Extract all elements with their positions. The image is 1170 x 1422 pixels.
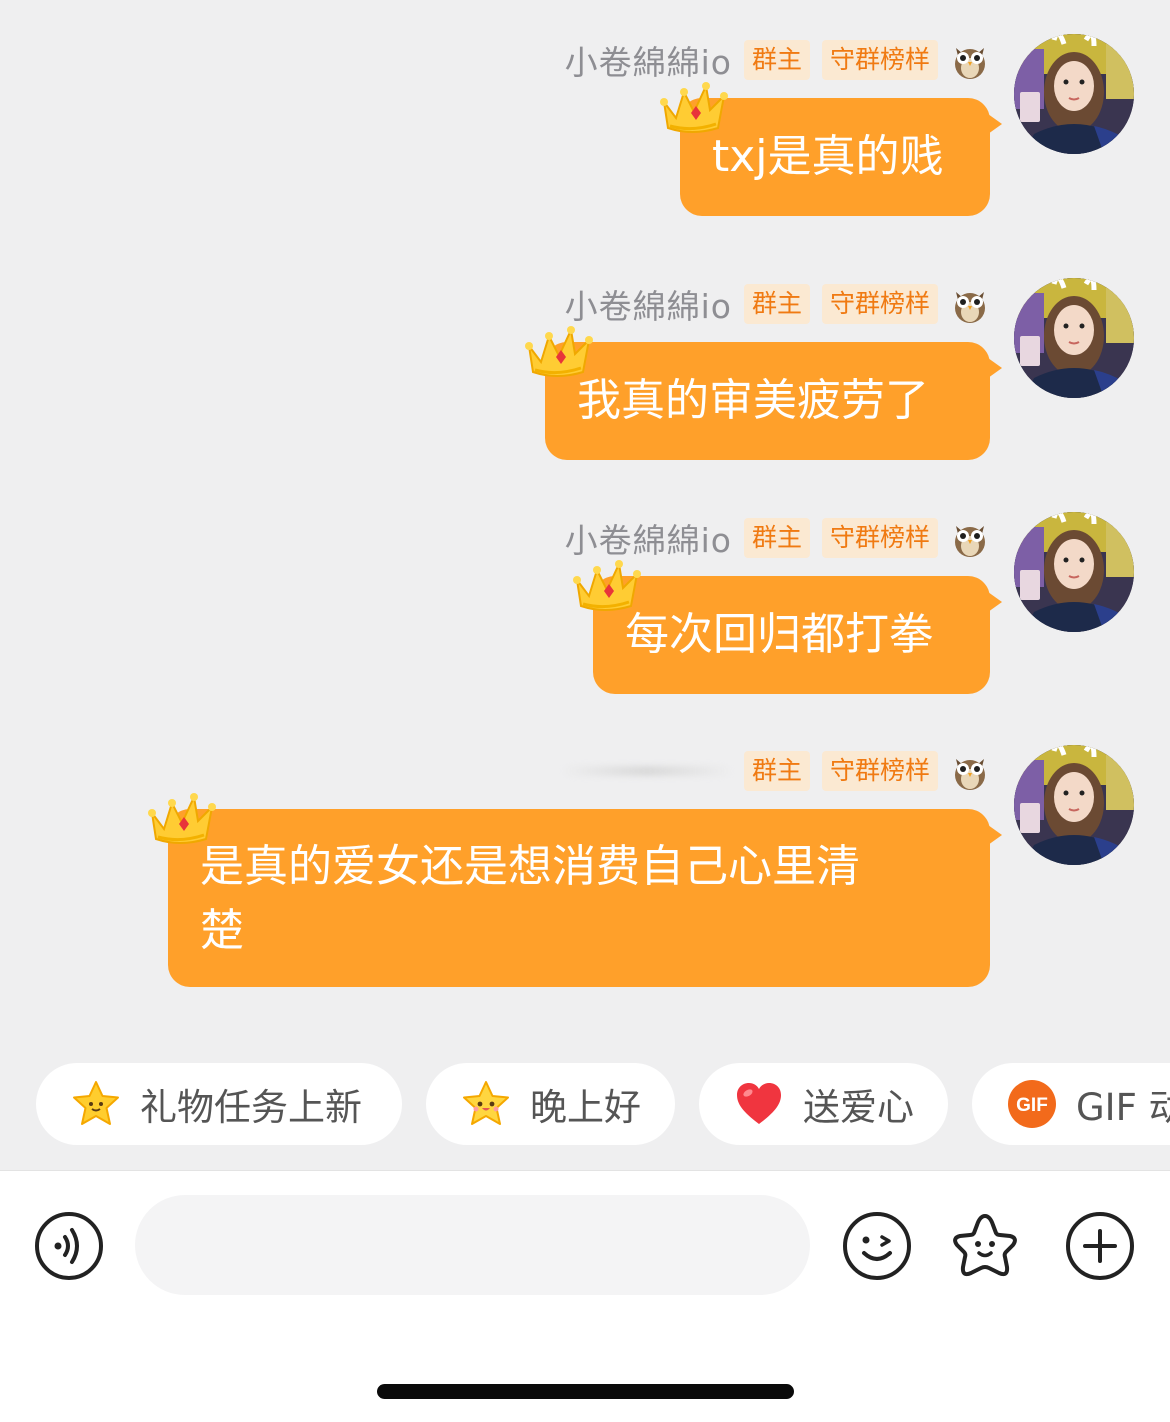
chip-label: 晚上好 <box>530 1086 641 1129</box>
message-text: 每次回归都打拳 <box>625 609 933 660</box>
message-text: 我真的审美疲劳了 <box>577 375 929 426</box>
message-input[interactable] <box>135 1195 810 1295</box>
smiling-star-icon <box>463 1081 509 1125</box>
message-bubble[interactable]: 是真的爱女还是想消费自己心里清 楚 <box>168 809 1002 987</box>
crown-icon <box>658 78 728 136</box>
username-blurred[interactable] <box>561 766 732 776</box>
sticker-star-icon[interactable] <box>950 1211 1020 1281</box>
owner-badge: 群主 <box>743 40 810 80</box>
bubble-tail <box>988 825 1002 845</box>
username[interactable]: 小卷綿綿io <box>565 280 732 328</box>
quick-reply-chip[interactable]: 礼物任务上新 <box>36 1063 402 1145</box>
avatar-image <box>1014 278 1134 398</box>
username[interactable]: 小卷綿綿io <box>565 36 732 84</box>
role-badge: 守群榜样 <box>821 40 938 80</box>
owner-badge: 群主 <box>743 284 810 324</box>
crown-icon <box>571 556 641 614</box>
crown-icon <box>146 789 216 847</box>
avatar-image <box>1014 745 1134 865</box>
quick-reply-chip[interactable]: 晚上好 <box>426 1063 675 1145</box>
chip-label: 送爱心 <box>803 1086 914 1129</box>
role-badge: 守群榜样 <box>821 518 938 558</box>
message-text-line: 楚 <box>200 905 244 956</box>
avatar-image <box>1014 34 1134 154</box>
quick-reply-bar: 礼物任务上新 晚上好 送爱心 GIF GIF 动 <box>36 1063 1170 1145</box>
avatar[interactable] <box>1014 512 1134 632</box>
input-bar <box>0 1170 1170 1422</box>
username[interactable]: 小卷綿綿io <box>565 514 732 562</box>
message-meta: 小卷綿綿io 群主 守群榜样 <box>565 40 990 82</box>
avatar[interactable] <box>1014 278 1134 398</box>
message-text: txj是真的贱 <box>712 131 944 182</box>
message-bubble[interactable]: txj是真的贱 <box>680 98 1002 216</box>
emoji-icon[interactable] <box>842 1211 912 1281</box>
gif-icon-text: GIF <box>1016 1095 1048 1116</box>
role-badge: 守群榜样 <box>821 751 938 791</box>
message-meta: 群主 守群榜样 <box>561 751 990 791</box>
avatar[interactable] <box>1014 34 1134 154</box>
owl-icon <box>950 518 990 558</box>
owl-icon <box>950 284 990 324</box>
role-badge: 守群榜样 <box>821 284 938 324</box>
voice-icon[interactable] <box>34 1211 104 1281</box>
avatar-image <box>1014 512 1134 632</box>
avatar[interactable] <box>1014 745 1134 865</box>
bubble-tail <box>988 114 1002 134</box>
plus-icon[interactable] <box>1065 1211 1135 1281</box>
home-indicator <box>377 1384 794 1399</box>
message-bubble[interactable]: 我真的审美疲劳了 <box>545 342 1002 460</box>
chip-label: GIF 动 <box>1076 1086 1170 1129</box>
owner-badge: 群主 <box>743 518 810 558</box>
crown-icon <box>523 322 593 380</box>
owl-icon <box>950 40 990 80</box>
gif-icon: GIF <box>1008 1080 1056 1128</box>
message-bubble[interactable]: 每次回归都打拳 <box>593 576 1002 694</box>
message-text-line: 是真的爱女还是想消费自己心里清 <box>200 841 860 892</box>
chip-label: 礼物任务上新 <box>140 1086 362 1129</box>
quick-reply-chip[interactable]: 送爱心 <box>699 1063 948 1145</box>
message-meta: 小卷綿綿io 群主 守群榜样 <box>565 284 990 326</box>
bubble-tail <box>988 358 1002 378</box>
star-icon <box>73 1081 119 1125</box>
heart-icon <box>737 1083 781 1124</box>
owner-badge: 群主 <box>743 751 810 791</box>
quick-reply-chip[interactable]: GIF GIF 动 <box>972 1063 1170 1145</box>
owl-icon <box>950 751 990 791</box>
message-meta: 小卷綿綿io 群主 守群榜样 <box>565 518 990 560</box>
bubble-tail <box>988 592 1002 612</box>
